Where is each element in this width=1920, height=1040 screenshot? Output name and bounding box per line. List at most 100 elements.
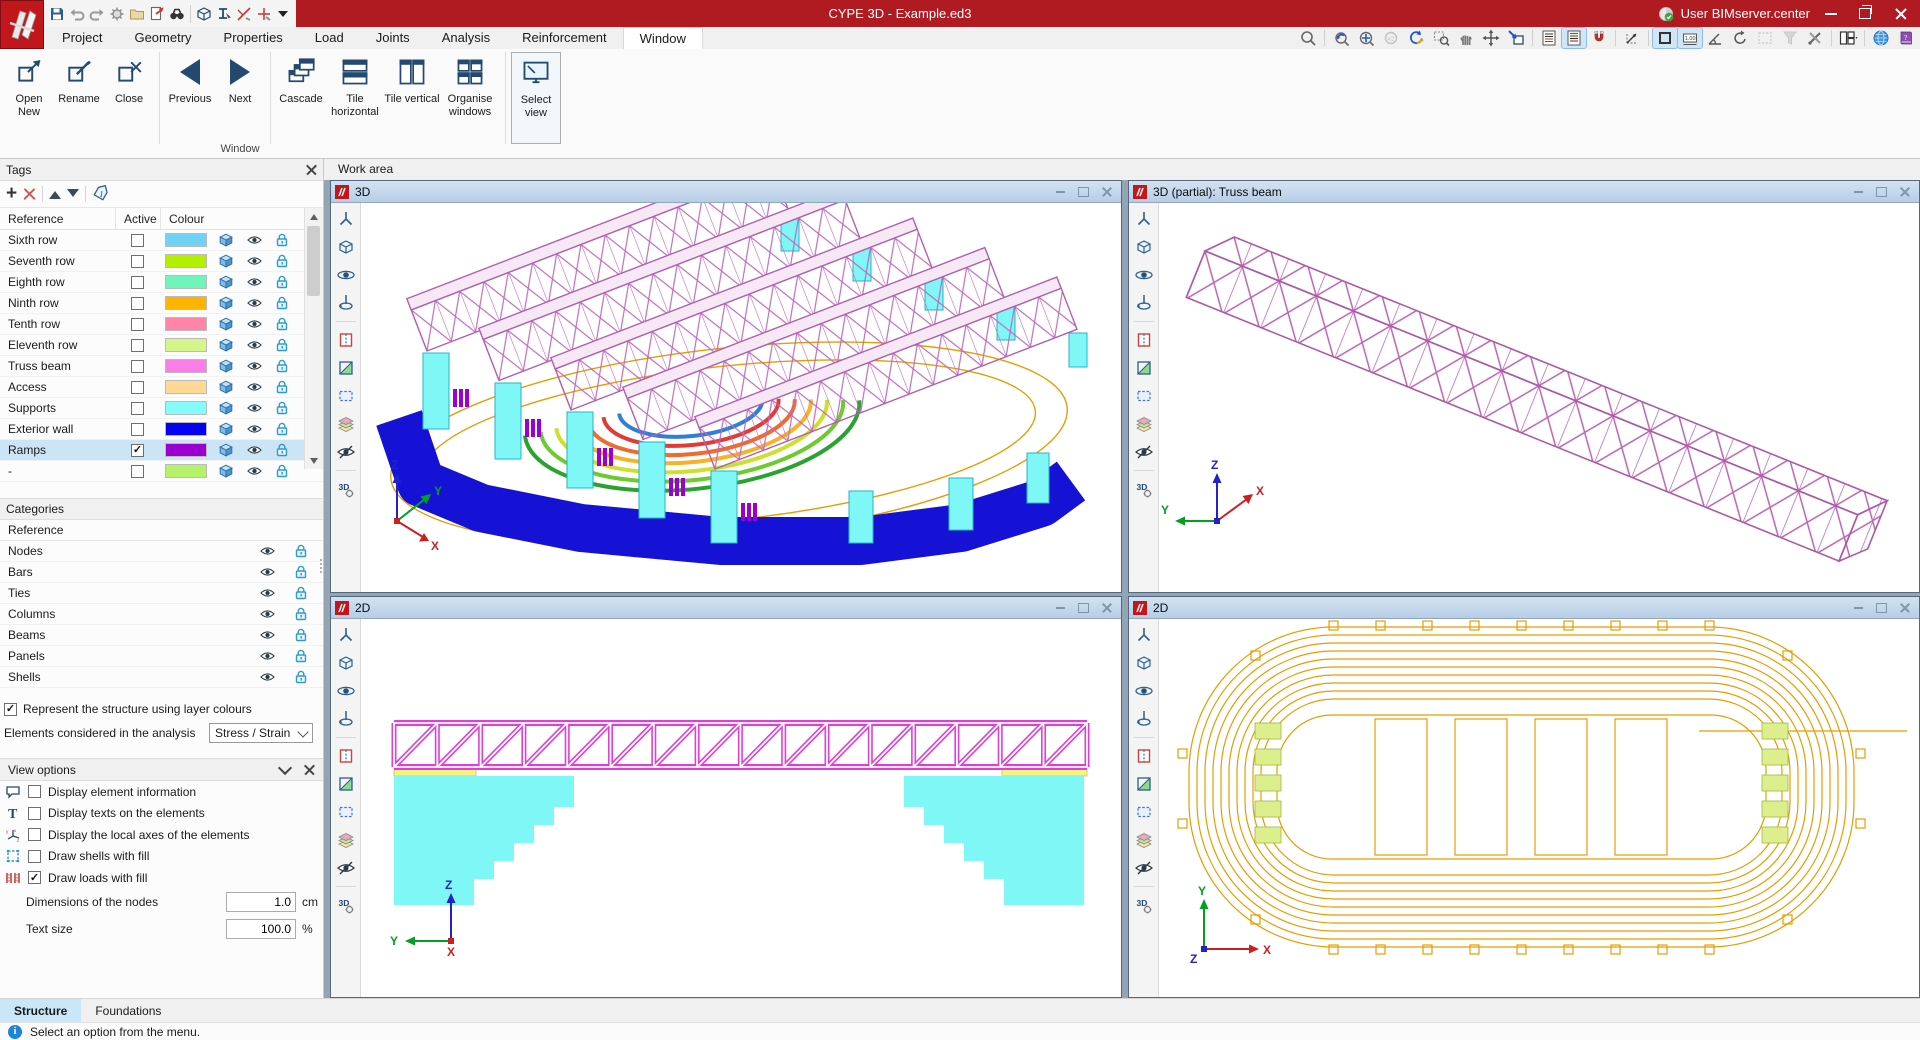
hide-elements-icon[interactable] [334, 856, 358, 880]
viewport-canvas-2d-elevation[interactable]: Z Y X [361, 619, 1121, 997]
visibility-eye-icon[interactable] [240, 403, 268, 413]
shells-fill-checkbox[interactable] [28, 849, 41, 863]
layers-icon[interactable] [1132, 412, 1156, 436]
tag-active-checkbox[interactable] [131, 422, 144, 436]
node-axes-icon[interactable] [334, 207, 358, 231]
previous-button[interactable]: Previous [165, 52, 215, 106]
app-restore-button[interactable] [1848, 0, 1882, 27]
arc-rotation-icon[interactable] [1728, 28, 1752, 48]
menu-geometry[interactable]: Geometry [118, 27, 207, 49]
tab-structure[interactable]: Structure [0, 998, 82, 1023]
lock-icon[interactable] [284, 544, 318, 558]
view-3d-cube-icon[interactable] [1132, 651, 1156, 675]
assign-tag-icon[interactable]: I [92, 184, 110, 204]
visibility-eye-icon[interactable] [250, 588, 284, 598]
lock-icon[interactable] [284, 628, 318, 642]
organise-windows-button[interactable]: Organise windows [440, 52, 500, 119]
search-icon[interactable] [1296, 28, 1320, 48]
redo-icon[interactable] [88, 3, 106, 24]
elements-analysis-dropdown[interactable]: Stress / Strain [209, 723, 313, 743]
tag-active-checkbox[interactable] [131, 401, 144, 415]
open-new-button[interactable]: Open New [4, 52, 54, 119]
lock-icon[interactable] [268, 233, 296, 247]
next-button[interactable]: Next [215, 52, 265, 106]
view-3d-settings-icon[interactable] [334, 477, 358, 501]
tag-colour-swatch[interactable] [165, 443, 207, 457]
tag-colour-swatch[interactable] [165, 380, 207, 394]
more-dropdown-icon[interactable] [275, 3, 292, 24]
element-information-checkbox[interactable] [28, 785, 41, 799]
lock-icon[interactable] [284, 649, 318, 663]
hide-elements-icon[interactable] [334, 440, 358, 464]
view-3d-cube-icon[interactable] [334, 235, 358, 259]
send-to-view-icon[interactable] [1504, 28, 1528, 48]
nodes-dimension-input[interactable] [226, 892, 296, 912]
category-row-columns[interactable]: Columns [0, 604, 323, 625]
close-icon[interactable] [1896, 185, 1913, 199]
orbit-icon[interactable] [334, 679, 358, 703]
move-tag-up-icon[interactable] [49, 185, 62, 199]
tile-horizontal-button[interactable]: Tile horizontal [326, 52, 384, 119]
orbit-icon[interactable] [1132, 263, 1156, 287]
orbit-icon[interactable] [1132, 679, 1156, 703]
panel-splitter-handle[interactable] [320, 559, 322, 573]
visibility-eye-icon[interactable] [240, 235, 268, 245]
lock-icon[interactable] [284, 565, 318, 579]
visibility-eye-icon[interactable] [240, 298, 268, 308]
node-axes-icon[interactable] [334, 623, 358, 647]
delete-tag-icon[interactable] [23, 188, 36, 201]
tag-row-eleventh-row[interactable]: Eleventh row [0, 335, 323, 356]
tag-colour-swatch[interactable] [165, 401, 207, 415]
tag-row-eighth-row[interactable]: Eighth row [0, 272, 323, 293]
window-title-bar[interactable]: 3D (partial): Truss beam [1129, 181, 1919, 203]
section-box-icon[interactable] [334, 800, 358, 824]
lock-icon[interactable] [268, 338, 296, 352]
tag-colour-swatch[interactable] [165, 422, 207, 436]
dxf-import-icon[interactable] [1537, 28, 1561, 48]
layer-cube-icon[interactable] [212, 401, 240, 415]
cascade-button[interactable]: Cascade [276, 52, 326, 106]
lock-icon[interactable] [284, 586, 318, 600]
tag-colour-swatch[interactable] [165, 254, 207, 268]
zoom-previous-icon[interactable] [1329, 28, 1353, 48]
tag-colour-swatch[interactable] [165, 359, 207, 373]
shell-edit-icon[interactable] [334, 744, 358, 768]
view-3d-cube-icon[interactable] [1132, 235, 1156, 259]
scroll-down-icon[interactable] [305, 453, 323, 469]
rotate-pivot-icon[interactable] [1132, 707, 1156, 731]
text-size-input[interactable] [226, 919, 296, 939]
texts-checkbox[interactable] [28, 806, 41, 820]
menu-analysis[interactable]: Analysis [426, 27, 506, 49]
tag-row-dash[interactable]: - [0, 461, 323, 482]
category-row-bars[interactable]: Bars [0, 562, 323, 583]
shell-edit-icon[interactable] [334, 328, 358, 352]
visibility-eye-icon[interactable] [240, 382, 268, 392]
tag-active-checkbox[interactable] [131, 317, 144, 331]
plane-view-icon[interactable] [1132, 356, 1156, 380]
tag-row-seventh-row[interactable]: Seventh row [0, 251, 323, 272]
layer-colours-checkbox[interactable] [4, 702, 17, 716]
layer-cube-icon[interactable] [212, 422, 240, 436]
rotate-pivot-icon[interactable] [1132, 291, 1156, 315]
window-title-bar[interactable]: 3D [331, 181, 1121, 203]
loads-fill-checkbox[interactable] [28, 871, 41, 885]
view-3d-icon[interactable] [195, 3, 213, 24]
minimize-icon[interactable] [1052, 185, 1069, 199]
tag-active-checkbox[interactable] [131, 275, 144, 289]
bimserver-user[interactable]: User BIMserver.center [1658, 0, 1810, 27]
tag-active-checkbox[interactable] [131, 359, 144, 373]
tag-active-checkbox[interactable] [131, 464, 144, 478]
layer-cube-icon[interactable] [212, 275, 240, 289]
tag-row-ramps[interactable]: Ramps [0, 440, 323, 461]
tile-vertical-button[interactable]: Tile vertical [384, 52, 440, 106]
visibility-eye-icon[interactable] [250, 630, 284, 640]
maximize-icon[interactable] [1075, 601, 1092, 615]
lock-icon[interactable] [268, 443, 296, 457]
scrollbar-thumb[interactable] [307, 226, 320, 296]
lock-icon[interactable] [268, 422, 296, 436]
layers-icon[interactable] [334, 828, 358, 852]
scroll-up-icon[interactable] [305, 208, 323, 224]
maximize-icon[interactable] [1873, 185, 1890, 199]
tab-foundations[interactable]: Foundations [81, 999, 175, 1023]
layer-cube-icon[interactable] [212, 380, 240, 394]
